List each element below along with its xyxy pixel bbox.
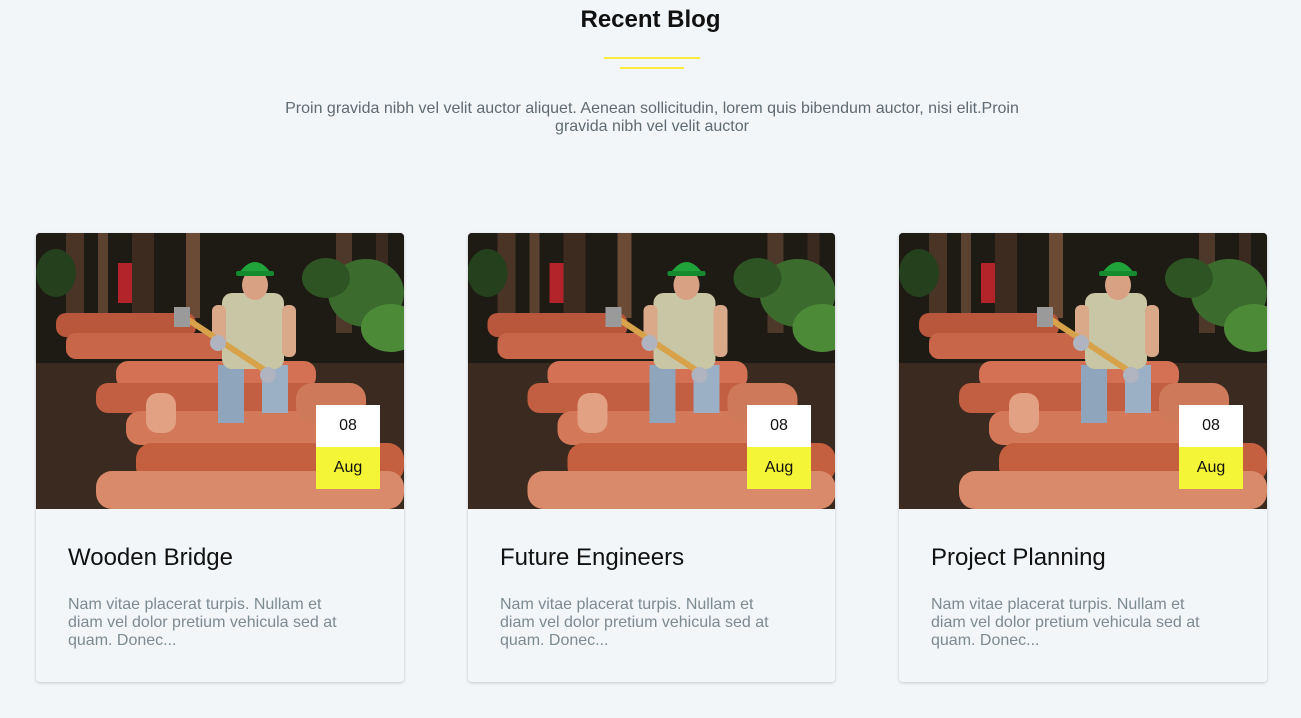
- date-month: Aug: [747, 447, 811, 489]
- blog-card-excerpt: Nam vitae placerat turpis. Nullam et dia…: [68, 596, 337, 649]
- date-badge: 08 Aug: [1179, 405, 1243, 489]
- date-day: 08: [316, 405, 380, 447]
- blog-card-excerpt: Nam vitae placerat turpis. Nullam et dia…: [931, 596, 1200, 649]
- blog-card-project-planning[interactable]: 08 Aug Project Planning Nam vitae placer…: [899, 233, 1267, 682]
- section-description: Proin gravida nibh vel velit auctor aliq…: [285, 100, 1019, 135]
- blog-card-title[interactable]: Wooden Bridge: [68, 543, 233, 573]
- date-month: Aug: [1179, 447, 1243, 489]
- date-day: 08: [747, 405, 811, 447]
- blog-card-future-engineers[interactable]: 08 Aug Future Engineers Nam vitae placer…: [468, 233, 835, 682]
- blog-card-title[interactable]: Future Engineers: [500, 543, 684, 573]
- date-badge: 08 Aug: [316, 405, 380, 489]
- blog-card-excerpt: Nam vitae placerat turpis. Nullam et dia…: [500, 596, 769, 649]
- blog-card-title[interactable]: Project Planning: [931, 543, 1106, 573]
- date-badge: 08 Aug: [747, 405, 811, 489]
- date-day: 08: [1179, 405, 1243, 447]
- title-divider-bottom: [620, 67, 684, 69]
- section-title: Recent Blog: [580, 6, 721, 33]
- blog-card-wooden-bridge[interactable]: 08 Aug Wooden Bridge Nam vitae placerat …: [36, 233, 404, 682]
- date-month: Aug: [316, 447, 380, 489]
- title-divider-top: [604, 57, 700, 59]
